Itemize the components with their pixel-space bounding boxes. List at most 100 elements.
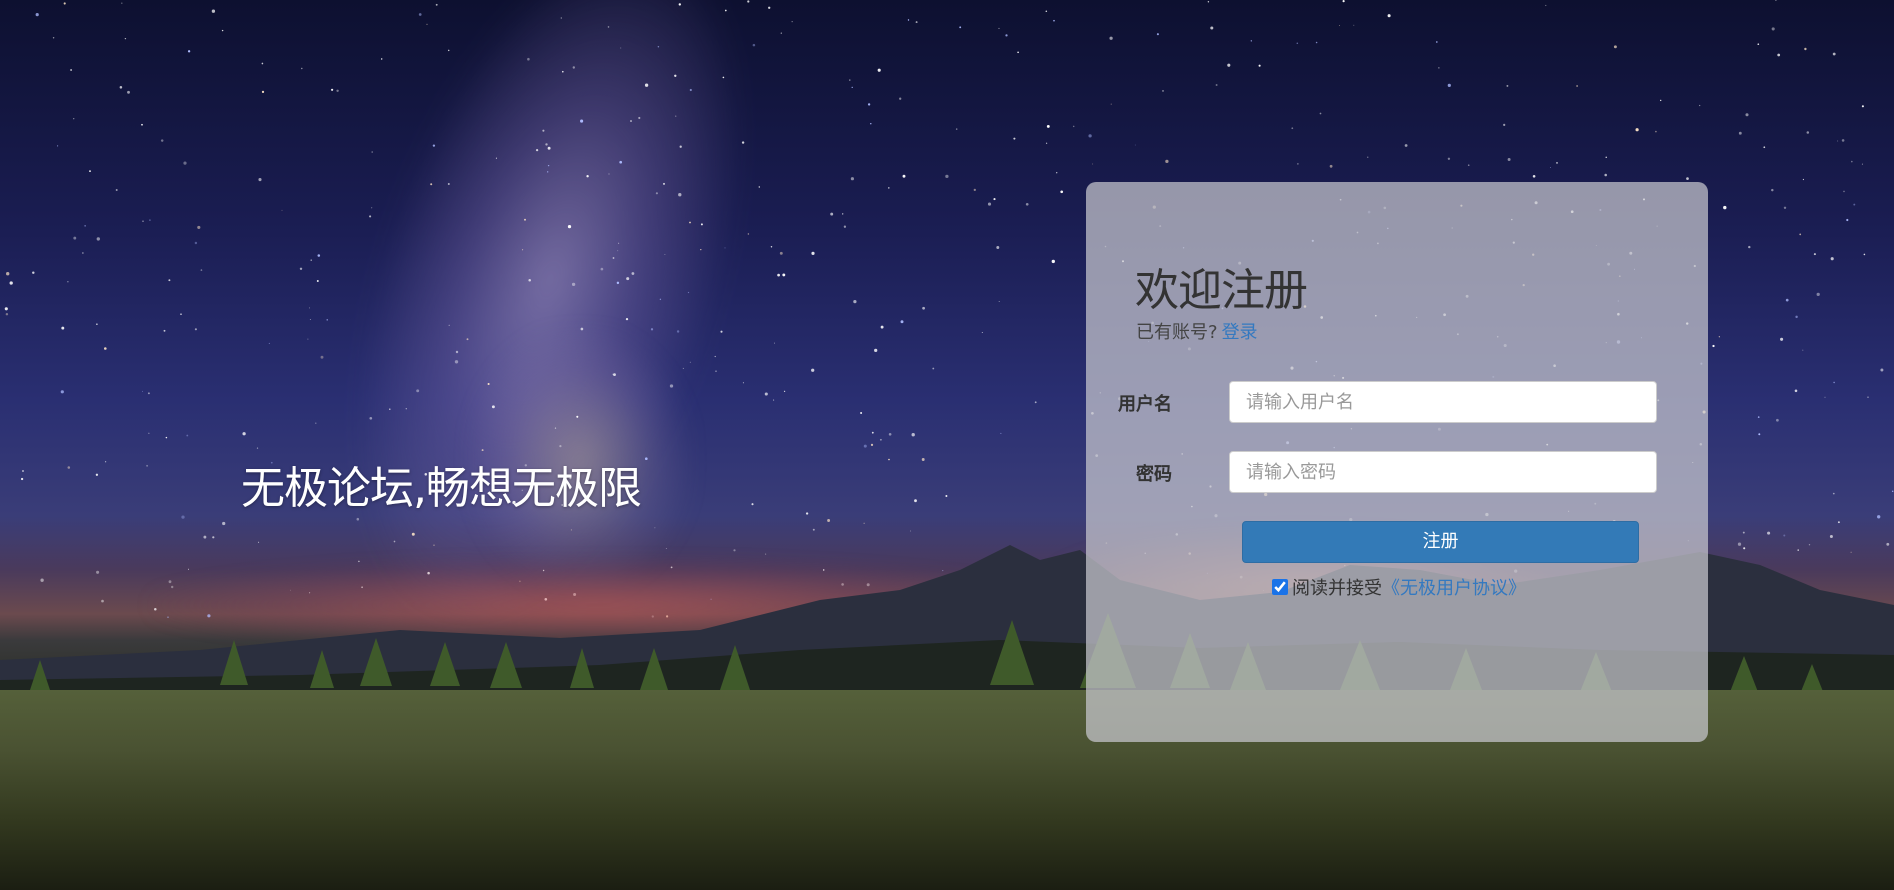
register-button[interactable]: 注册 bbox=[1242, 521, 1639, 563]
star bbox=[242, 432, 246, 436]
star bbox=[1699, 104, 1701, 107]
star bbox=[545, 143, 548, 146]
star bbox=[200, 269, 203, 271]
star bbox=[221, 29, 224, 32]
star bbox=[73, 236, 77, 240]
star bbox=[1134, 144, 1136, 146]
star bbox=[1447, 157, 1451, 160]
star bbox=[336, 89, 339, 92]
star bbox=[1053, 19, 1055, 22]
star bbox=[689, 361, 691, 363]
star bbox=[1763, 146, 1766, 149]
star bbox=[843, 225, 847, 228]
star bbox=[945, 174, 949, 179]
star bbox=[527, 57, 530, 61]
star bbox=[554, 427, 557, 429]
star bbox=[700, 223, 703, 226]
star bbox=[1794, 389, 1798, 393]
star bbox=[1329, 164, 1333, 168]
star bbox=[466, 338, 469, 341]
star bbox=[747, 0, 750, 3]
star bbox=[842, 213, 844, 215]
star bbox=[1604, 173, 1607, 177]
star bbox=[625, 317, 629, 321]
star bbox=[1060, 190, 1064, 194]
star bbox=[369, 215, 372, 218]
star bbox=[907, 19, 910, 21]
star bbox=[9, 281, 13, 285]
star bbox=[299, 267, 303, 271]
star bbox=[371, 207, 373, 209]
star bbox=[572, 66, 575, 69]
password-input[interactable] bbox=[1229, 451, 1657, 493]
star bbox=[1051, 259, 1055, 264]
star bbox=[1258, 64, 1261, 67]
star bbox=[1771, 188, 1774, 192]
agreement-link[interactable]: 《无极用户协议》 bbox=[1382, 574, 1526, 600]
star bbox=[1867, 396, 1869, 398]
star bbox=[149, 219, 151, 221]
star bbox=[764, 392, 768, 396]
star bbox=[663, 182, 665, 185]
star bbox=[146, 464, 149, 467]
star bbox=[127, 90, 130, 94]
star bbox=[1165, 159, 1169, 164]
star bbox=[689, 221, 691, 224]
star bbox=[1045, 10, 1048, 12]
star bbox=[95, 473, 99, 476]
star bbox=[491, 405, 495, 409]
star bbox=[142, 390, 143, 392]
star bbox=[316, 280, 319, 282]
star bbox=[1503, 123, 1506, 127]
star bbox=[1000, 432, 1002, 434]
star bbox=[1776, 418, 1779, 422]
star bbox=[1757, 416, 1760, 418]
star bbox=[860, 412, 863, 414]
star bbox=[1109, 36, 1113, 40]
star bbox=[369, 416, 373, 420]
star bbox=[317, 254, 321, 257]
star bbox=[1072, 125, 1075, 128]
star bbox=[850, 177, 854, 181]
login-link[interactable]: 登录 bbox=[1222, 322, 1258, 343]
star bbox=[1891, 490, 1894, 493]
agree-text: 阅读并接受 bbox=[1292, 578, 1382, 599]
star bbox=[880, 325, 884, 329]
star bbox=[103, 347, 107, 350]
username-input[interactable] bbox=[1229, 381, 1657, 423]
star bbox=[1757, 43, 1760, 46]
star bbox=[619, 160, 623, 164]
star bbox=[1806, 131, 1810, 134]
star bbox=[180, 313, 182, 315]
star bbox=[981, 331, 983, 334]
star bbox=[5, 312, 9, 316]
agree-checkbox[interactable] bbox=[1272, 579, 1288, 595]
star bbox=[678, 3, 681, 6]
star bbox=[900, 320, 904, 324]
star bbox=[22, 470, 24, 472]
star bbox=[268, 342, 270, 344]
star bbox=[1367, 156, 1369, 158]
star bbox=[1861, 105, 1864, 108]
star bbox=[811, 251, 815, 255]
star bbox=[1799, 233, 1802, 236]
star bbox=[617, 250, 619, 252]
star bbox=[576, 415, 579, 418]
star bbox=[528, 279, 531, 282]
star bbox=[914, 499, 917, 503]
star bbox=[827, 519, 831, 522]
star bbox=[752, 43, 756, 47]
star bbox=[141, 123, 143, 126]
login-prompt: 已有账号? 登录 bbox=[1136, 318, 1258, 344]
star bbox=[1846, 218, 1849, 222]
star bbox=[959, 26, 962, 29]
star bbox=[630, 120, 632, 122]
star bbox=[853, 299, 857, 304]
star bbox=[1771, 27, 1775, 31]
star bbox=[644, 83, 649, 87]
star bbox=[863, 522, 865, 524]
star bbox=[899, 97, 902, 100]
star bbox=[715, 370, 717, 373]
star bbox=[1783, 206, 1787, 210]
star bbox=[1088, 134, 1092, 138]
